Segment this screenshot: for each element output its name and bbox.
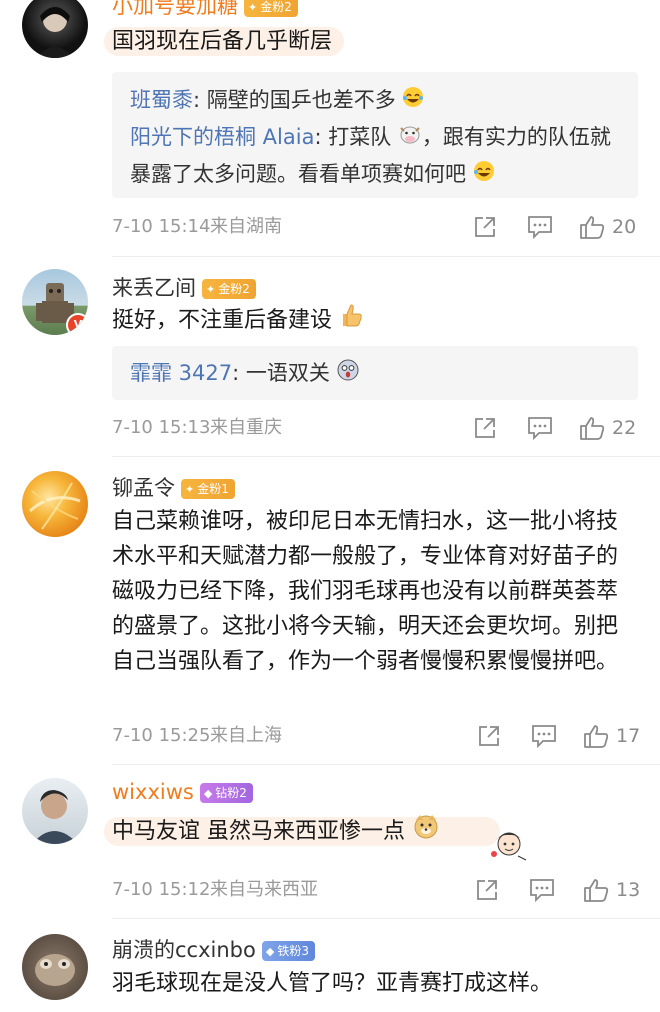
fan-badge[interactable]: ✦ 金粉1 [181,479,235,499]
divider [112,764,660,765]
reply-author[interactable]: 班蜀黍 [130,88,193,112]
thumbs-up-icon[interactable] [578,214,606,240]
avatar[interactable] [22,934,88,1000]
laughing-tears-emoji-icon [402,83,424,119]
avatar[interactable] [22,778,88,844]
thumbs-up-icon[interactable] [578,415,606,441]
fan-badge[interactable]: ✦ 金粉2 [244,0,298,17]
comment-meta: 7-10 15:13 来自重庆 22 [112,413,638,443]
comment-icon[interactable] [526,214,554,240]
comment-icon[interactable] [530,723,558,749]
like-count: 13 [616,879,641,901]
reply-author[interactable]: 霏霏 3427 [130,361,232,385]
comment-meta: 7-10 15:14 来自湖南 20 [112,212,638,242]
reply-author[interactable]: 阳光下的梧桐 Alaia [130,125,314,149]
username[interactable]: 铆孟令 ✦ 金粉1 [112,472,235,502]
location: 来自湖南 [210,216,282,237]
verified-badge-icon: V [66,313,88,335]
share-icon[interactable] [472,214,498,240]
comment-icon[interactable] [528,877,556,903]
like-count: 22 [612,417,637,439]
username[interactable]: wixxiws ◆ 钻粉2 [112,780,253,804]
comment-text: 自己菜赖谁呀，被印尼日本无情扫水，这一批小将技术水平和天赋潜力都一般般了，专业体… [112,509,619,674]
divider [112,256,660,257]
laughing-tears-emoji-icon [473,157,495,193]
fan-badge[interactable]: ◆ 钻粉2 [199,783,253,803]
location: 来自上海 [210,725,282,746]
share-icon[interactable] [474,877,500,903]
divider [112,918,660,919]
thumbs-up-emoji-icon [339,302,363,340]
decoration-sticker-icon [488,826,530,868]
like-count: 17 [616,725,641,747]
reply-list[interactable]: 霏霏 3427: 一语双关 [112,346,638,400]
cow-emoji-icon [398,120,422,156]
share-icon[interactable] [476,723,502,749]
share-icon[interactable] [472,415,498,441]
shocked-face-emoji-icon [337,356,359,392]
reply-item: 霏霏 3427: 一语双关 [130,355,620,392]
location: 来自马来西亚 [210,879,318,900]
fan-badge[interactable]: ✦ 金粉2 [202,279,256,299]
comment-text: 羽毛球现在是没人管了吗？亚青赛打成这样。 [112,971,553,996]
location: 来自重庆 [210,417,282,438]
avatar[interactable] [22,471,88,537]
comment-text: 国羽现在后备几乎断层 [104,24,638,60]
timestamp: 7-10 15:25 [112,725,211,746]
reply-list[interactable]: 班蜀黍: 隔壁的国乒也差不多 阳光下的梧桐 Alaia: 打菜队 ，跟有实力的队… [112,72,638,198]
timestamp: 7-10 15:13 [112,417,211,438]
comment-meta: 7-10 15:25 来自上海 17 [112,721,641,751]
thumbs-up-icon[interactable] [582,723,610,749]
divider [112,456,660,457]
username[interactable]: 来丢乙间 ✦ 金粉2 [112,272,256,302]
reply-item: 阳光下的梧桐 Alaia: 打菜队 ，跟有实力的队伍就暴露了太多问题。看看单项赛… [130,119,620,193]
timestamp: 7-10 15:14 [112,216,211,237]
comment-text: 挺好，不注重后备建设 [112,302,638,340]
comment-text: 中马友谊 虽然马来西亚惨一点 [104,812,638,852]
doge-emoji-icon [412,812,440,852]
username[interactable]: 小加号要加糖 ✦ 金粉2 [112,0,298,20]
timestamp: 7-10 15:12 [112,879,211,900]
username[interactable]: 崩溃的ccxinbo ◆ 铁粉3 [112,934,315,964]
like-count: 20 [612,216,637,238]
avatar[interactable] [22,0,88,58]
fan-badge[interactable]: ◆ 铁粉3 [261,941,315,961]
comment-icon[interactable] [526,415,554,441]
avatar[interactable]: V [22,269,88,335]
thumbs-up-icon[interactable] [582,877,610,903]
comment-meta: 7-10 15:12 来自马来西亚 13 [112,875,641,905]
reply-item: 班蜀黍: 隔壁的国乒也差不多 [130,82,620,119]
